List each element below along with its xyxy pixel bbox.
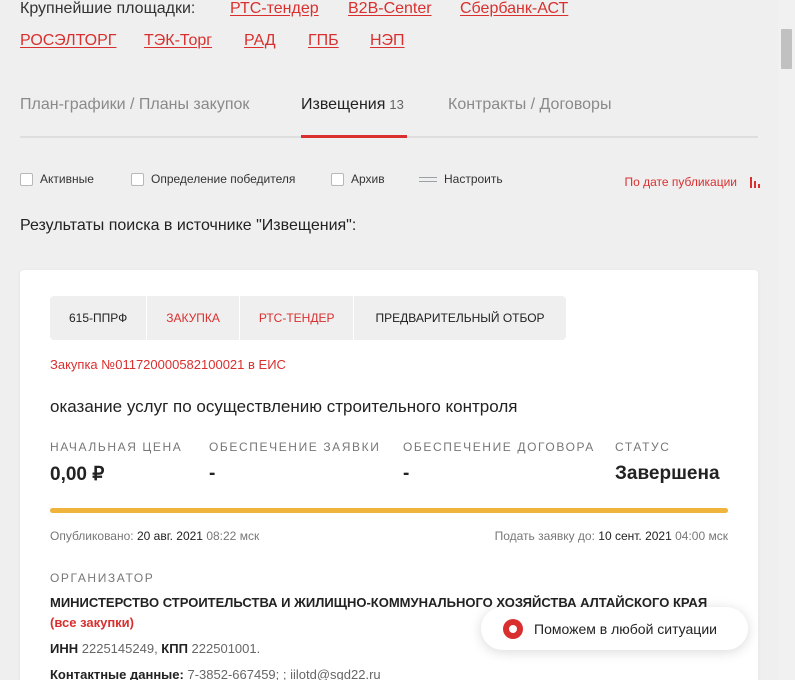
inn-value: 2225145249 [81, 641, 155, 656]
organizer-contacts: Контактные данные: 7-3852-667459; ; iilo… [50, 667, 381, 680]
tag-preliminary-selection[interactable]: ПРЕДВАРИТЕЛЬНЫЙ ОТБОР [354, 296, 565, 340]
tab-count-badge: 13 [389, 97, 404, 112]
platforms-label: Крупнейшие площадки: [20, 0, 196, 17]
sliders-icon [419, 175, 437, 184]
inn-label: ИНН [50, 641, 79, 656]
contacts-label: Контактные данные: [50, 667, 184, 680]
configure-filters-button[interactable]: Настроить [419, 172, 503, 186]
initial-price-value: 0,00 ₽ [50, 464, 105, 485]
tag-zakupka[interactable]: ЗАКУПКА [147, 296, 240, 340]
sort-bars-icon [750, 176, 760, 188]
kpp-label: КПП [161, 641, 188, 656]
checkbox-archive[interactable] [331, 172, 344, 186]
help-chat-widget[interactable]: Поможем в любой ситуации [481, 607, 748, 650]
notice-tags: 615-ППРФ ЗАКУПКА РТС-ТЕНДЕР ПРЕДВАРИТЕЛЬ… [50, 296, 566, 340]
filters-bar: Активные Определение победителя Архив На… [20, 172, 760, 192]
configure-label: Настроить [444, 172, 503, 186]
filter-archive-label: Архив [351, 172, 385, 186]
contract-security-label: ОБЕСПЕЧЕНИЕ ДОГОВОРА [403, 440, 595, 454]
tag-rts-tender[interactable]: РТС-ТЕНДЕР [240, 296, 355, 340]
tab-label: Извещения [301, 96, 386, 113]
contacts-value: 7-3852-667459; ; iilotd@sgd22.ru [187, 667, 381, 680]
active-tab-indicator [301, 135, 407, 138]
kpp-value: 222501001. [191, 641, 261, 656]
application-security-label: ОБЕСПЕЧЕНИЕ ЗАЯВКИ [209, 440, 381, 454]
filter-active-label: Активные [40, 172, 94, 186]
tab-label: План-графики / Планы закупок [20, 96, 250, 113]
published-time: 08:22 мск [206, 529, 260, 543]
source-tabs: План-графики / Планы закупок Извещения 13… [20, 92, 758, 138]
status-value: Завершена [615, 463, 720, 484]
initial-price-label: НАЧАЛЬНАЯ ЦЕНА [50, 440, 183, 454]
deadline-info: Подать заявку до: 10 сент. 2021 04:00 мс… [495, 529, 728, 543]
published-info: Опубликовано: 20 авг. 2021 08:22 мск [50, 529, 259, 543]
filter-winner-label: Определение победителя [151, 172, 296, 186]
chat-bubble-icon [503, 618, 523, 639]
organizer-ids: ИНН 2225145249, КПП 222501001. [50, 641, 260, 656]
published-date: 20 авг. 2021 [136, 529, 203, 543]
sort-label: По дате публикации [624, 175, 737, 189]
platform-link-b2b-center[interactable]: B2B-Center [348, 0, 432, 18]
platform-link-rad[interactable]: РАД [244, 32, 276, 50]
filter-winner-determination[interactable]: Определение победителя [131, 172, 295, 186]
organizer-label: ОРГАНИЗАТОР [50, 571, 155, 585]
sort-by-date-button[interactable]: По дате публикации [624, 175, 760, 189]
purchase-title[interactable]: оказание услуг по осуществлению строител… [50, 397, 517, 417]
platform-link-nep[interactable]: НЭП [370, 32, 405, 50]
platform-link-tek-torg[interactable]: ТЭК-Торг [144, 32, 212, 50]
status-label: СТАТУС [615, 440, 671, 454]
all-purchases-link[interactable]: (все закупки) [50, 615, 134, 630]
platform-link-rts-tender[interactable]: РТС-тендер [230, 0, 319, 18]
progress-bar-fill [50, 508, 728, 513]
results-title: Результаты поиска в источнике "Извещения… [20, 217, 357, 234]
checkbox-winner-determination[interactable] [131, 172, 144, 186]
eis-purchase-link[interactable]: Закупка №0117200005821000​21 в ЕИС [50, 357, 286, 372]
platform-link-roseltorg[interactable]: РОСЭЛТОРГ [20, 32, 116, 50]
deadline-time: 04:00 мск [675, 529, 728, 543]
published-label: Опубликовано: [50, 529, 134, 543]
filter-archive[interactable]: Архив [331, 172, 385, 186]
scrollbar-thumb[interactable] [781, 29, 792, 69]
tab-plan-schedules[interactable]: План-графики / Планы закупок [20, 96, 249, 114]
tag-615-pprf[interactable]: 615-ППРФ [50, 296, 148, 340]
deadline-date: 10 сент. 2021 [598, 529, 672, 543]
page-scrollbar[interactable] [778, 0, 795, 680]
deadline-label: Подать заявку до: [494, 529, 595, 543]
contract-security-value: - [403, 463, 410, 484]
progress-bar [50, 508, 728, 513]
tab-notices[interactable]: Извещения 13 [301, 96, 404, 114]
platform-link-sberbank-ast[interactable]: Сбербанк-АСТ [460, 0, 568, 18]
checkbox-active[interactable] [20, 172, 33, 186]
application-security-value: - [209, 463, 216, 484]
platform-link-gpb[interactable]: ГПБ [308, 32, 339, 50]
tab-label: Контракты / Договоры [448, 96, 612, 113]
filter-active[interactable]: Активные [20, 172, 94, 186]
help-chat-label: Поможем в любой ситуации [534, 620, 717, 637]
tab-contracts[interactable]: Контракты / Договоры [448, 96, 611, 114]
